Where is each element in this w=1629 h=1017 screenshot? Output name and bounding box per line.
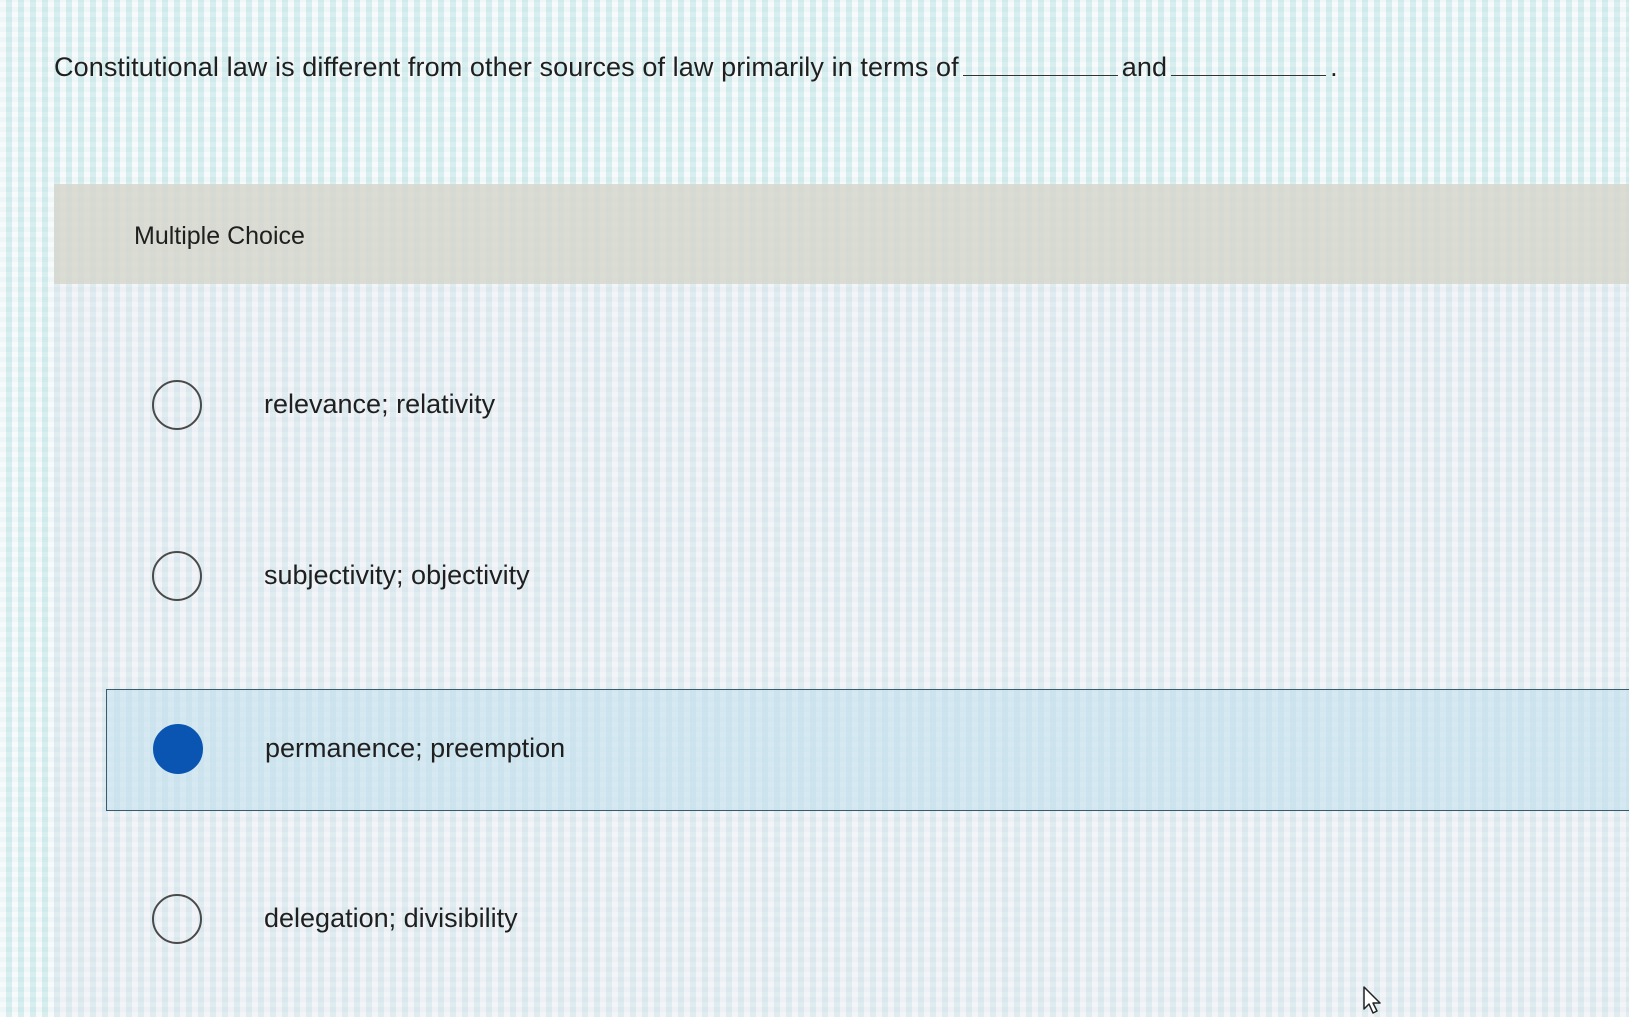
- option-label: permanence; preemption: [265, 733, 566, 763]
- question-text: Constitutional law is different from oth…: [54, 52, 1338, 83]
- option-subjectivity-objectivity[interactable]: subjectivity; objectivity: [106, 517, 1629, 639]
- pointer-arrow-icon: [1363, 986, 1381, 1014]
- option-relevance-relativity[interactable]: relevance; relativity: [106, 346, 1629, 468]
- multiple-choice-label: Multiple Choice: [134, 222, 305, 250]
- radio-button-selected[interactable]: [153, 724, 203, 774]
- radio-button[interactable]: [152, 894, 202, 944]
- option-label: relevance; relativity: [264, 389, 496, 419]
- blank-1: [962, 53, 1118, 76]
- radio-button[interactable]: [152, 551, 202, 601]
- option-delegation-divisibility[interactable]: delegation; divisibility: [106, 860, 1629, 982]
- radio-button[interactable]: [152, 380, 202, 430]
- option-label: delegation; divisibility: [264, 903, 518, 933]
- question-suffix: .: [1330, 52, 1338, 82]
- multiple-choice-header: Multiple Choice: [54, 184, 1629, 284]
- question-middle: and: [1121, 52, 1168, 82]
- question-prefix: Constitutional law is different from oth…: [54, 52, 959, 82]
- blank-2: [1171, 53, 1327, 76]
- option-label: subjectivity; objectivity: [264, 560, 530, 590]
- option-permanence-preemption[interactable]: permanence; preemption: [106, 689, 1629, 811]
